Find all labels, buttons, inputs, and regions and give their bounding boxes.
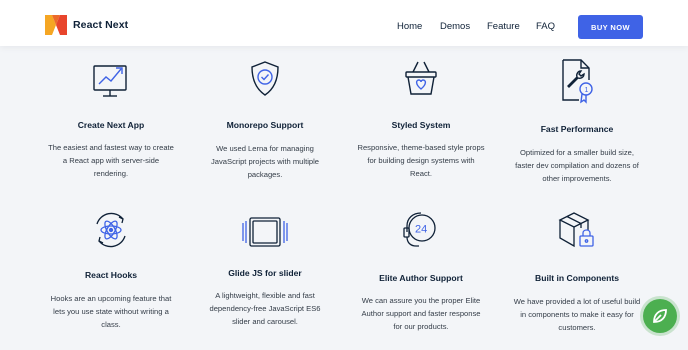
nav-feature[interactable]: Feature [487, 21, 520, 32]
feature-title: React Hooks [84, 270, 138, 280]
basket-heart-icon [405, 61, 437, 95]
buy-now-button[interactable]: BUY NOW [578, 15, 643, 39]
chat-button[interactable] [643, 299, 677, 333]
feature-title: Built in Components [534, 273, 620, 283]
feature-title: Glide JS for slider [228, 268, 302, 278]
brand-name: React Next [73, 19, 129, 31]
box-lock-icon [558, 212, 594, 248]
react-atom-icon [96, 212, 126, 248]
feature-description: Optimized for a smaller build size, faste… [515, 148, 639, 183]
shield-check-icon [251, 61, 279, 96]
feature-description: We used Lerna for managing JavaScript pro… [210, 144, 320, 179]
feature-description: We have provided a lot of useful build in… [513, 297, 641, 332]
headset-24-icon: 24 [403, 212, 436, 247]
feature-card: Monorepo Support We used Lerna for manag… [190, 58, 340, 188]
svg-text:24: 24 [415, 224, 427, 236]
feature-card: Styled System Responsive, theme-based st… [346, 58, 496, 188]
feature-card: Built in Components We have provided a l… [502, 208, 652, 338]
react-next-logo-icon [45, 15, 67, 35]
chat-leaf-icon [653, 309, 667, 323]
feature-card: Glide JS for slider A lightweight, flexi… [190, 214, 340, 344]
svg-text:1: 1 [585, 87, 589, 94]
feature-title: Elite Author Support [379, 273, 463, 283]
monitor-chart-icon [93, 65, 127, 97]
feature-card: 1 Fast Performance Optimized for a small… [502, 56, 652, 186]
feature-title: Create Next App [77, 120, 145, 130]
nav-home[interactable]: Home [397, 21, 422, 32]
feature-card: Create Next App The easiest and fastest … [36, 58, 186, 188]
feature-description: The easiest and fastest way to create a R… [48, 143, 174, 178]
feature-title: Monorepo Support [226, 120, 304, 130]
feature-card: 24 Elite Author Support We can assure yo… [346, 208, 496, 338]
feature-title: Fast Performance [540, 124, 614, 134]
wrench-badge-icon: 1 [562, 59, 593, 104]
brand-logo[interactable]: React Next [45, 15, 128, 35]
feature-card: React Hooks Hooks are an upcoming featur… [36, 208, 186, 338]
slider-icon [242, 217, 288, 247]
feature-title: Styled System [391, 120, 451, 130]
feature-description: We can assure you the proper Elite Author… [361, 296, 481, 331]
nav-demos[interactable]: Demos [440, 21, 470, 32]
nav-faq[interactable]: FAQ [536, 21, 555, 32]
feature-description: A lightweight, flexible and fast dependen… [209, 291, 321, 326]
site-header: React Next Home Demos Feature FAQ BUY NO… [0, 0, 688, 46]
feature-description: Hooks are an upcoming feature that lets y… [50, 294, 172, 329]
feature-description: Responsive, theme-based style props for b… [357, 143, 485, 178]
